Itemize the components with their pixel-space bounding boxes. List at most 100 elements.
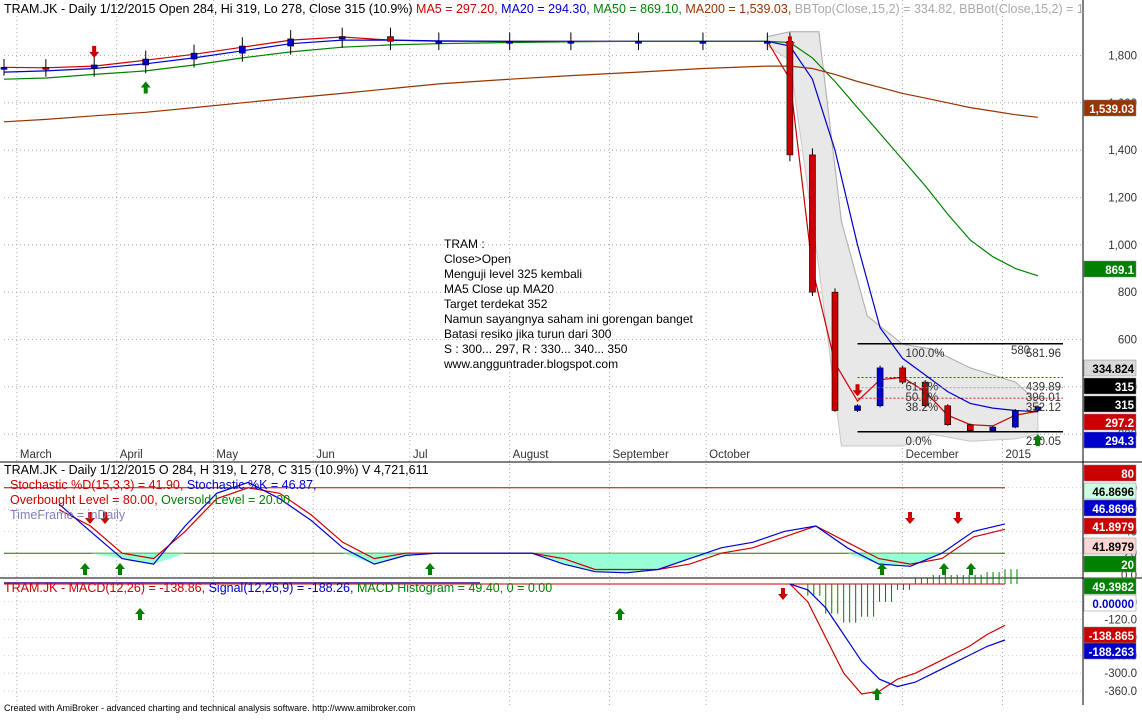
price-header-part: MA200 = 1,539.03,: [682, 2, 791, 16]
month-label: April: [120, 449, 143, 461]
note-line: MA5 Close up MA20: [444, 282, 554, 296]
macd-axis-label: -300.0: [1104, 668, 1137, 680]
candle[interactable]: [142, 58, 150, 66]
candle[interactable]: [0, 67, 8, 70]
stoch-values-part: Stochastic %K = 46.87,: [183, 478, 316, 492]
candle[interactable]: [854, 405, 861, 411]
macd-tag-label: -188.263: [1089, 647, 1134, 659]
candle[interactable]: [989, 426, 997, 431]
stoch-tag-label: 41.8979: [1092, 522, 1134, 534]
candle[interactable]: [944, 405, 952, 425]
candle[interactable]: [435, 40, 443, 44]
note-line: TRAM :: [444, 237, 485, 251]
price-axis-label: 800: [1118, 287, 1137, 299]
candle[interactable]: [809, 154, 816, 293]
macd-tag-label: 49.3982: [1092, 582, 1134, 594]
note-line: www.angguntrader.blogspot.com: [443, 357, 618, 371]
chart-window[interactable]: March April May Jun Jul August September Octobe…: [0, 0, 1142, 715]
macd-axis-label: -360.0: [1104, 686, 1137, 698]
price-tag-label: 1,539.03: [1089, 104, 1134, 116]
candle[interactable]: [635, 40, 642, 44]
candle[interactable]: [338, 36, 346, 40]
fib-pct-label: 38.2%: [906, 402, 939, 414]
candle[interactable]: [1012, 410, 1019, 428]
stoch-levels: Overbought Level = 80.00, Oversold Level…: [10, 493, 290, 507]
macd-header-part: Signal(12,26,9) = -188.26,: [205, 581, 353, 595]
candle[interactable]: [239, 45, 246, 54]
month-label: October: [709, 449, 750, 461]
note-line: Menguji level 325 kembali: [444, 267, 582, 281]
macd-tag-label: 0.00000: [1092, 599, 1134, 611]
stoch-timeframe-part: TimeFrame = inDaily: [10, 508, 126, 522]
fib-pct-label: 0.0%: [906, 436, 932, 448]
candle[interactable]: [506, 40, 513, 44]
candle[interactable]: [190, 52, 198, 60]
fib-value-label: 581.96: [1026, 348, 1061, 360]
price-chart-svg[interactable]: March April May Jun Jul August September Octobe…: [0, 0, 1142, 715]
month-label: Jun: [316, 449, 335, 461]
stoch-header-part: TRAM.JK - Daily 1/12/2015 O 284, H 319, …: [4, 463, 429, 477]
candle[interactable]: [786, 40, 794, 156]
macd-header-part: TRAM.JK - MACD(12,26) = -138.86,: [4, 581, 205, 595]
fib-high-label: 580: [1011, 345, 1030, 357]
stoch-tag-label: 46.8696: [1092, 487, 1134, 499]
price-axis-label: 1,000: [1108, 240, 1137, 252]
price-tag-label: 334.824: [1092, 364, 1134, 376]
fib-value-label: 352.12: [1026, 402, 1061, 414]
candle[interactable]: [966, 424, 974, 431]
candle[interactable]: [831, 291, 839, 411]
price-tag-label: 869.1: [1105, 265, 1134, 277]
month-label: August: [513, 449, 550, 461]
month-label: May: [216, 449, 238, 461]
price-header-part: BBBot(Close,15,2) = 1: [956, 2, 1084, 16]
price-tag-label: 315: [1115, 382, 1135, 394]
stoch-tag-label: 46.8696: [1092, 504, 1134, 516]
month-label: Jul: [413, 449, 428, 461]
candle[interactable]: [387, 36, 394, 42]
note-line: Batasi resiko jika turun dari 300: [444, 327, 612, 341]
candle[interactable]: [42, 67, 50, 70]
stoch-levels-part: Oversold Level = 20.00: [158, 493, 290, 507]
macd-header: TRAM.JK - MACD(12,26) = -138.86, Signal(…: [4, 581, 552, 595]
candle[interactable]: [876, 367, 884, 407]
price-tag-label: 294.3: [1105, 436, 1134, 448]
note-line: Target terdekat 352: [444, 297, 548, 311]
price-axis-label: 1,200: [1108, 193, 1137, 205]
fib-pct-label: 100.0%: [906, 348, 945, 360]
candle[interactable]: [764, 40, 771, 44]
candle[interactable]: [899, 367, 906, 383]
price-header-part: MA20 = 294.30,: [498, 2, 590, 16]
price-header-part: BBTop(Close,15,2) = 334.82,: [791, 2, 955, 16]
stoch-header: TRAM.JK - Daily 1/12/2015 O 284, H 319, …: [4, 463, 429, 477]
month-label: September: [613, 449, 669, 461]
fib-value-label: 210.05: [1026, 436, 1061, 448]
price-axis-label: 1,400: [1108, 145, 1137, 157]
stoch-timeframe: TimeFrame = inDaily: [10, 508, 126, 522]
stoch-tag-label: 20: [1121, 560, 1134, 572]
candle[interactable]: [699, 40, 707, 44]
price-tag-label: 297.2: [1105, 418, 1134, 430]
price-header-part: MA50 = 869.10,: [590, 2, 682, 16]
candle[interactable]: [287, 38, 294, 47]
note-line: Namun sayangnya saham ini gorengan bange…: [444, 312, 694, 326]
price-header-part: TRAM.JK - Daily 1/12/2015 Open 284, Hi 3…: [4, 2, 413, 16]
macd-tag-label: -138.865: [1089, 631, 1135, 643]
stoch-tag-label: 80: [1121, 469, 1134, 481]
stoch-values: Stochastic %D(15,3,3) = 41.90, Stochasti…: [10, 478, 316, 492]
price-axis-label: 1,800: [1108, 51, 1137, 63]
month-label: March: [20, 449, 52, 461]
candle[interactable]: [90, 64, 98, 69]
stoch-levels-part: Overbought Level = 80.00,: [10, 493, 158, 507]
footer-credit: Created with AmiBroker - advanced charti…: [4, 703, 416, 713]
note-line: Close>Open: [444, 252, 511, 266]
stoch-tag-label: 41.8979: [1092, 542, 1134, 554]
price-tag-label: 315: [1115, 400, 1135, 412]
candle[interactable]: [567, 40, 575, 44]
macd-header-part: MACD Histogram = 49.40, 0 = 0.00: [353, 581, 552, 595]
month-label: 2015: [1005, 449, 1031, 461]
macd-axis-label: -120.0: [1104, 615, 1137, 627]
price-header: TRAM.JK - Daily 1/12/2015 Open 284, Hi 3…: [4, 2, 1084, 16]
price-header-part: MA5 = 297.20,: [413, 2, 498, 16]
price-axis-label: 600: [1118, 335, 1137, 347]
stoch-values-part: Stochastic %D(15,3,3) = 41.90,: [10, 478, 183, 492]
